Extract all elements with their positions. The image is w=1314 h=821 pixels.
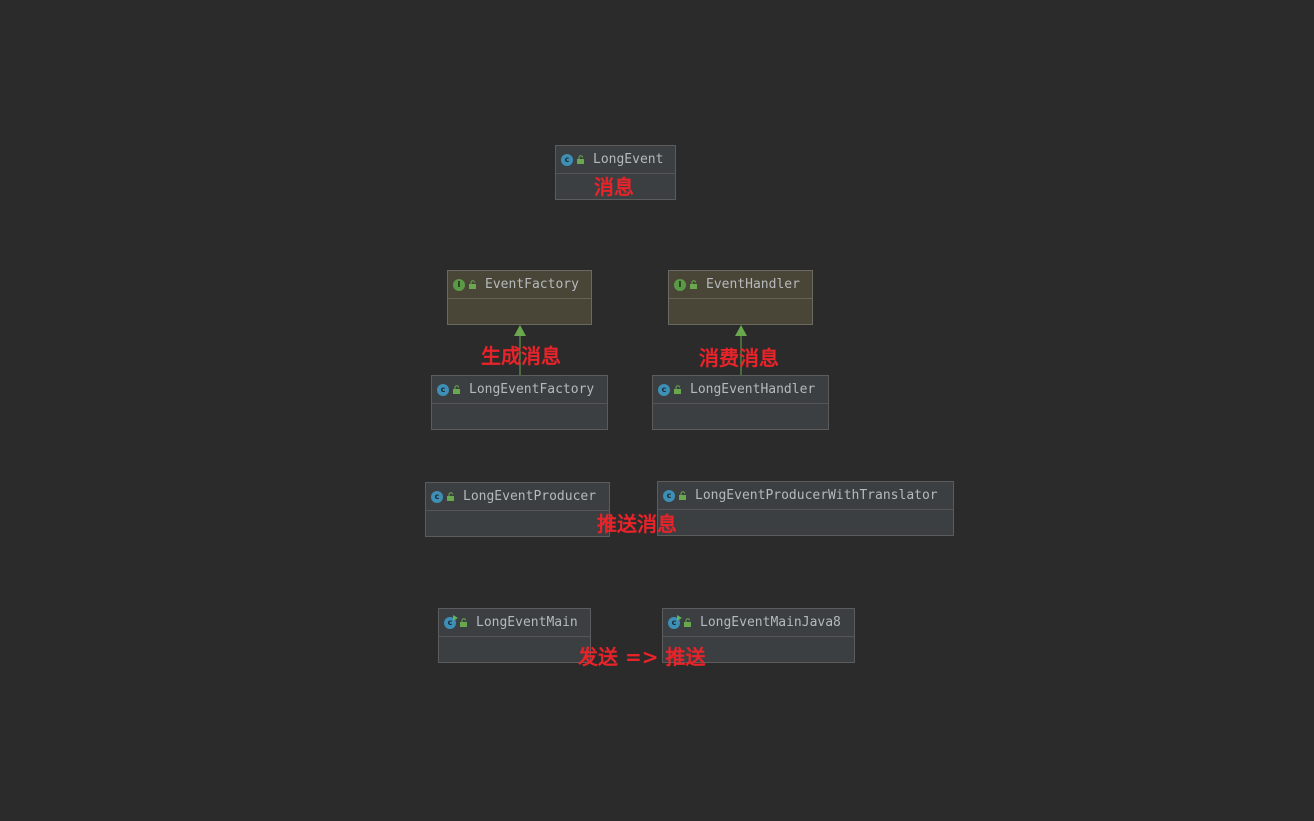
node-body [653,404,828,428]
node-header: I EventFactory [448,271,591,299]
node-header: c LongEventProducerWithTranslator [658,482,953,510]
node-header: c LongEventProducer [426,483,609,511]
node-title: LongEventMain [476,615,578,630]
node-header: I EventHandler [669,271,812,299]
node-title: LongEventProducer [463,489,597,504]
node-header: c LongEventHandler [653,376,828,404]
public-access-icon [679,490,686,500]
node-title: LongEventHandler [690,382,816,397]
node-body [658,510,953,534]
class-icon: c [658,383,670,396]
public-access-icon [684,617,691,627]
node-body [669,299,812,323]
annotation-message: 消息 [594,175,634,199]
node-title: EventFactory [485,277,579,292]
interface-node-event-factory[interactable]: I EventFactory [447,270,592,325]
node-title: LongEventProducerWithTranslator [695,488,938,503]
node-title: EventHandler [706,277,800,292]
class-node-long-event-producer[interactable]: c LongEventProducer [425,482,610,537]
annotation-send-push: 发送 => 推送 [578,645,706,669]
annotation-generate-message: 生成消息 [481,344,561,368]
node-header: c LongEvent [556,146,675,174]
public-access-icon [577,154,584,164]
annotation-consume-message: 消费消息 [699,346,779,370]
runnable-class-icon: c [668,614,682,629]
public-access-icon [690,279,697,289]
node-body [426,511,609,535]
class-node-long-event-handler[interactable]: c LongEventHandler [652,375,829,430]
node-title: LongEvent [593,152,664,167]
implements-arrowhead [514,325,526,336]
node-header: c LongEventMain [439,609,590,637]
public-access-icon [447,491,454,501]
node-body [439,637,590,661]
uml-diagram-canvas: c LongEvent I EventFactory I EventHandle… [0,0,1314,821]
class-node-long-event-factory[interactable]: c LongEventFactory [431,375,608,430]
implements-arrowhead [735,325,747,336]
interface-icon: I [674,278,686,291]
public-access-icon [674,384,681,394]
class-icon: c [431,490,443,503]
class-icon: c [437,383,449,396]
class-node-long-event-producer-with-translator[interactable]: c LongEventProducerWithTranslator [657,481,954,536]
node-title: LongEventFactory [469,382,595,397]
class-node-long-event-main[interactable]: c LongEventMain [438,608,591,663]
node-body [432,404,607,428]
node-title: LongEventMainJava8 [700,615,841,630]
public-access-icon [460,617,467,627]
node-header: c LongEventMainJava8 [663,609,854,637]
annotation-push-message: 推送消息 [597,512,677,536]
node-header: c LongEventFactory [432,376,607,404]
runnable-class-icon: c [444,614,458,629]
node-body [448,299,591,323]
interface-icon: I [453,278,465,291]
public-access-icon [453,384,460,394]
class-icon: c [561,153,573,166]
interface-node-event-handler[interactable]: I EventHandler [668,270,813,325]
public-access-icon [469,279,476,289]
class-icon: c [663,489,675,502]
